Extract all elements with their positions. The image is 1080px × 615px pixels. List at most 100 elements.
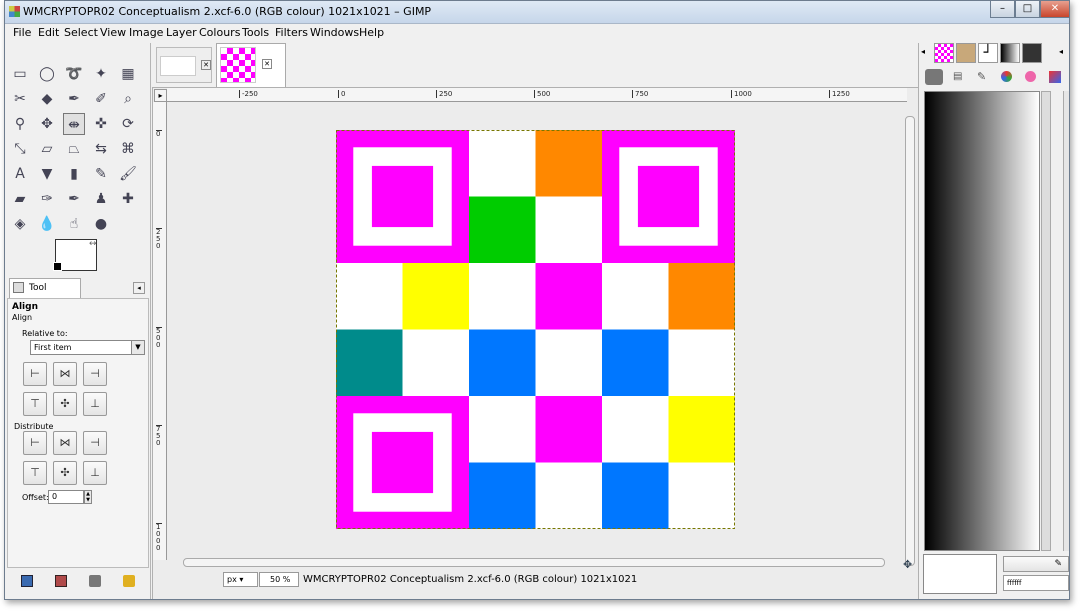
colors-tab-icon[interactable]: [934, 43, 954, 63]
vertical-scrollbar[interactable]: [905, 116, 915, 566]
cage-icon[interactable]: ⌘: [117, 138, 139, 160]
heal-icon[interactable]: ✚: [117, 188, 139, 210]
shear-icon[interactable]: ▱: [36, 138, 58, 160]
close-button[interactable]: ✕: [1040, 1, 1069, 18]
swap-colors-icon[interactable]: ↔: [89, 239, 97, 249]
fonts-icon[interactable]: [1049, 71, 1061, 83]
fg-color-preview[interactable]: [923, 554, 997, 594]
airbrush-icon[interactable]: ✑: [36, 188, 58, 210]
text-icon[interactable]: A: [9, 163, 31, 185]
horizontal-scrollbar[interactable]: [183, 558, 885, 567]
distribute-center-button[interactable]: ⋈: [53, 431, 77, 455]
maximize-button[interactable]: □: [1015, 1, 1040, 18]
reset-colors-icon[interactable]: [53, 262, 62, 271]
brushes-tab-icon[interactable]: [956, 43, 976, 63]
dock-more-icon[interactable]: ◂: [1059, 47, 1063, 56]
paintbrush-icon[interactable]: 🖌: [117, 163, 139, 185]
move-icon[interactable]: ✥: [36, 113, 58, 135]
color-picker-button[interactable]: ✎: [1003, 556, 1069, 572]
blur-icon[interactable]: 💧: [36, 213, 58, 235]
smudge-icon[interactable]: ☝: [63, 213, 85, 235]
print-icon[interactable]: ▤: [953, 71, 962, 82]
rotate-icon[interactable]: ⟳: [117, 113, 139, 135]
measure-icon[interactable]: ⚲: [9, 113, 31, 135]
free-select-icon[interactable]: ➰: [63, 63, 85, 85]
perspective-clone-icon[interactable]: ◈: [9, 213, 31, 235]
paths-tab-icon[interactable]: ┘: [978, 43, 998, 63]
canvas-image[interactable]: [336, 130, 735, 529]
save-tool-preset-icon[interactable]: [21, 575, 33, 587]
gradient-tab-icon[interactable]: [1000, 43, 1020, 63]
paths-icon[interactable]: ✒: [63, 88, 85, 110]
close-tab-icon[interactable]: ✕: [201, 60, 211, 70]
menu-layer[interactable]: Layer: [166, 26, 197, 39]
palette-icon[interactable]: [1001, 71, 1012, 82]
menu-select[interactable]: Select: [64, 26, 98, 39]
quick-mask-toggle[interactable]: ▸: [154, 89, 167, 102]
menu-image[interactable]: Image: [129, 26, 163, 39]
align-top-edge-button[interactable]: ⊤: [23, 392, 47, 416]
hex-color-input[interactable]: ffffff: [1003, 575, 1069, 591]
scissors-icon[interactable]: ✂: [9, 88, 31, 110]
align-center-button[interactable]: ⋈: [53, 362, 77, 386]
eraser-icon[interactable]: ▰: [9, 188, 31, 210]
foreground-select-icon[interactable]: ◆: [36, 88, 58, 110]
image-tab-blank[interactable]: ✕: [156, 47, 212, 83]
offset-input[interactable]: 0: [48, 490, 84, 504]
menu-windows[interactable]: Windows: [310, 26, 359, 39]
distribute-top-button[interactable]: ⊤: [23, 461, 47, 485]
color-picker-icon[interactable]: ✐: [90, 88, 112, 110]
brush-icon[interactable]: ✎: [977, 70, 986, 83]
distribute-middle-button[interactable]: ✣: [53, 461, 77, 485]
dock-scrollbar[interactable]: [1041, 91, 1051, 551]
zoom-icon[interactable]: ⌕: [117, 88, 139, 110]
gimp-mascot-icon[interactable]: [925, 69, 943, 85]
minimize-button[interactable]: –: [990, 1, 1015, 18]
bucket-fill-icon[interactable]: ▼: [36, 163, 58, 185]
tool-options-icon: [13, 282, 24, 293]
clone-icon[interactable]: ♟: [90, 188, 112, 210]
flip-icon[interactable]: ⇆: [90, 138, 112, 160]
by-color-select-icon[interactable]: ▦: [117, 63, 139, 85]
zoom-select[interactable]: 50 %: [259, 572, 299, 587]
menu-edit[interactable]: Edit: [38, 26, 59, 39]
menu-colours[interactable]: Colours: [199, 26, 240, 39]
dynamics-icon[interactable]: [1025, 71, 1036, 82]
rect-select-icon[interactable]: ▭: [9, 63, 31, 85]
distribute-right-button[interactable]: ⊣: [83, 431, 107, 455]
reset-tool-options-icon[interactable]: [123, 575, 135, 587]
pattern-tab-icon[interactable]: [1022, 43, 1042, 63]
tab-menu-icon[interactable]: ◂: [133, 282, 145, 294]
pencil-icon[interactable]: ✎: [90, 163, 112, 185]
align-right-edge-button[interactable]: ⊣: [83, 362, 107, 386]
menu-view[interactable]: View: [100, 26, 126, 39]
fuzzy-select-icon[interactable]: ✦: [90, 63, 112, 85]
align-left-edge-button[interactable]: ⊢: [23, 362, 47, 386]
ellipse-select-icon[interactable]: ◯: [36, 63, 58, 85]
menu-help[interactable]: Help: [359, 26, 384, 39]
restore-tool-preset-icon[interactable]: [55, 575, 67, 587]
crop-icon[interactable]: ✜: [90, 113, 112, 135]
image-tab-active[interactable]: ✕: [216, 43, 286, 87]
art-cell-white: [535, 462, 603, 529]
distribute-left-button[interactable]: ⊢: [23, 431, 47, 455]
navigate-icon[interactable]: ✥: [903, 558, 912, 571]
ink-icon[interactable]: ✒: [63, 188, 85, 210]
align-bottom-edge-button[interactable]: ⊥: [83, 392, 107, 416]
blend-icon[interactable]: ▮: [63, 163, 85, 185]
menu-tools[interactable]: Tools: [242, 26, 269, 39]
menu-filters[interactable]: Filters: [275, 26, 308, 39]
dock-tab-menu-icon[interactable]: ◂: [921, 47, 925, 56]
unit-select[interactable]: px ▾: [223, 572, 258, 587]
dodge-burn-icon[interactable]: ●: [90, 213, 112, 235]
align-icon[interactable]: ⇼: [63, 113, 85, 135]
perspective-icon[interactable]: ⏢: [63, 138, 85, 160]
offset-spinner[interactable]: ▲ ▼: [84, 490, 92, 504]
align-middle-button[interactable]: ✣: [53, 392, 77, 416]
delete-tool-preset-icon[interactable]: [89, 575, 101, 587]
distribute-bottom-button[interactable]: ⊥: [83, 461, 107, 485]
scale-icon[interactable]: ⤡: [9, 138, 31, 160]
relative-to-select[interactable]: First item ▼: [30, 340, 145, 355]
menu-file[interactable]: File: [13, 26, 31, 39]
close-tab-icon[interactable]: ✕: [262, 59, 272, 69]
